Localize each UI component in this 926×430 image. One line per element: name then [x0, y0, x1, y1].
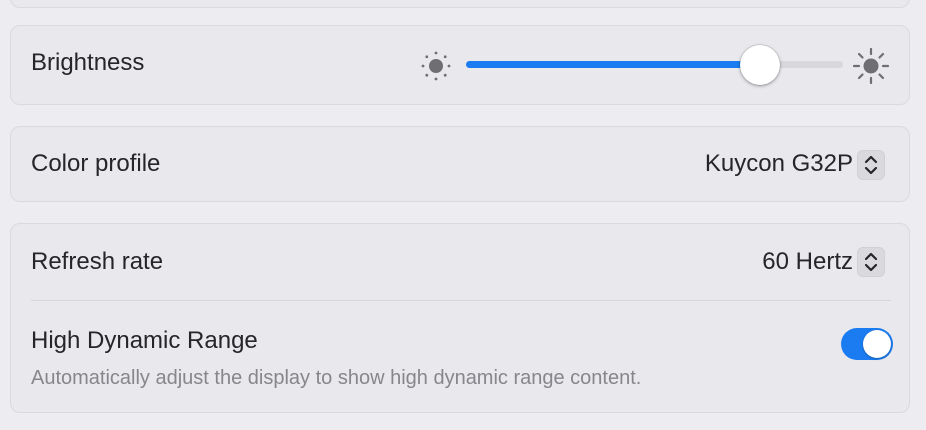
sun-max-icon: [852, 47, 890, 85]
color-profile-value: Kuycon G32P: [704, 150, 853, 177]
hdr-toggle[interactable]: [841, 328, 893, 360]
refresh-rate-label: Refresh rate: [31, 248, 164, 275]
display-options-group: Refresh rate 60 Hertz High Dynamic Range…: [10, 223, 910, 413]
hdr-label: High Dynamic Range: [31, 327, 258, 354]
divider: [31, 300, 891, 301]
settings-group-partial: [10, 0, 910, 8]
updown-chevron-icon[interactable]: [857, 247, 885, 277]
hdr-description: Automatically adjust the display to show…: [31, 367, 642, 389]
brightness-row: Brightness: [10, 25, 910, 105]
brightness-label: Brightness: [31, 49, 145, 76]
brightness-slider[interactable]: [466, 61, 843, 68]
updown-chevron-icon[interactable]: [857, 150, 885, 180]
brightness-slider-thumb[interactable]: [740, 45, 780, 85]
sun-min-icon: [421, 51, 451, 81]
refresh-rate-value: 60 Hertz: [762, 248, 853, 275]
hdr-toggle-knob: [863, 330, 891, 358]
brightness-slider-fill: [466, 61, 760, 68]
color-profile-label: Color profile: [31, 150, 161, 177]
color-profile-row: Color profile Kuycon G32P: [10, 126, 910, 202]
